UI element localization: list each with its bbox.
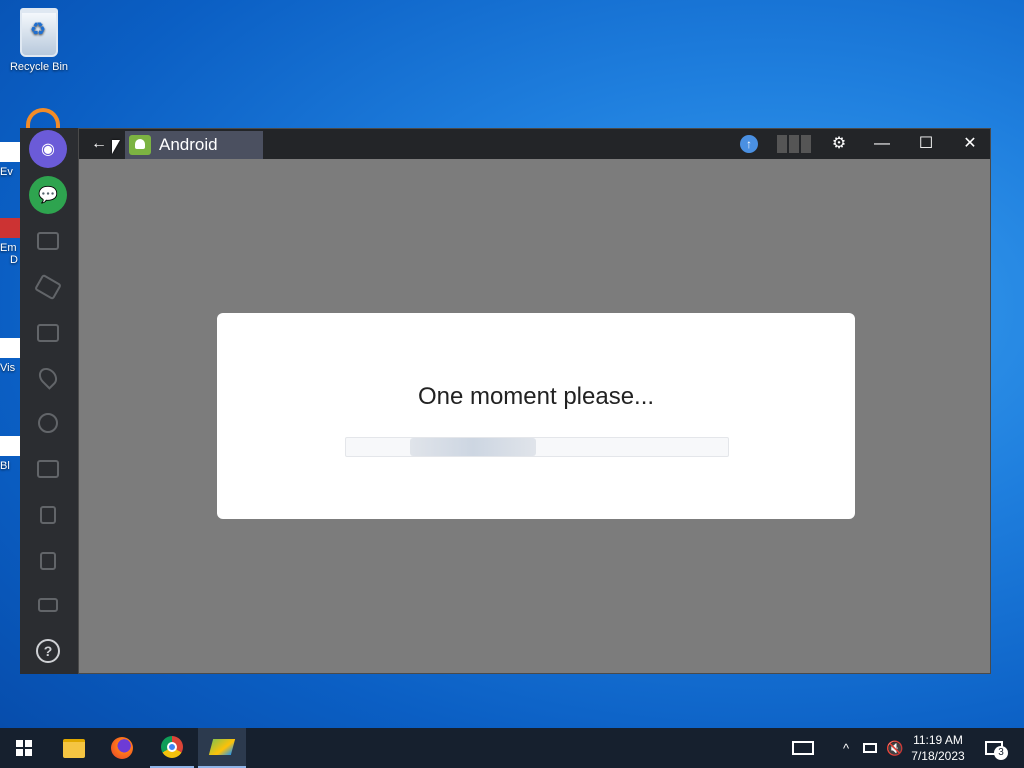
recycle-bin-label: Recycle Bin bbox=[9, 61, 69, 73]
clock-time: 11:19 AM bbox=[913, 733, 963, 747]
location-button[interactable] bbox=[29, 358, 67, 396]
clock[interactable]: 11:19 AM 7/18/2023 bbox=[906, 728, 970, 768]
volume-muted-icon: 🔇 bbox=[886, 739, 904, 756]
mouse-cursor-icon bbox=[112, 140, 120, 154]
tab-title: Android bbox=[159, 135, 218, 154]
app-icon bbox=[0, 436, 20, 456]
start-button[interactable] bbox=[0, 728, 48, 768]
volume-button[interactable]: 🔇 bbox=[884, 728, 906, 768]
rotate-icon bbox=[33, 273, 63, 301]
maximize-button[interactable]: ☐ bbox=[915, 129, 937, 159]
upload-button[interactable]: ↑ bbox=[739, 129, 759, 159]
minimize-button[interactable]: — bbox=[871, 129, 893, 159]
recycle-bin-desktop-icon[interactable]: Recycle Bin bbox=[8, 8, 70, 73]
volume-icon bbox=[38, 598, 58, 612]
back-button[interactable]: ← bbox=[91, 129, 107, 159]
clock-date: 7/18/2023 bbox=[911, 749, 965, 763]
network-button[interactable] bbox=[860, 728, 880, 768]
desktop-icon-label: Ev bbox=[0, 166, 13, 178]
bluestacks-button[interactable] bbox=[198, 728, 246, 768]
copy-icon bbox=[40, 506, 56, 524]
notification-count: 3 bbox=[994, 746, 1008, 760]
apk-icon bbox=[38, 413, 58, 433]
multi-instance-icon bbox=[37, 232, 59, 250]
progress-bar bbox=[345, 437, 729, 457]
screen-record-button[interactable]: ◉ bbox=[29, 130, 67, 168]
windows-logo-icon bbox=[16, 740, 32, 756]
news-icon bbox=[792, 741, 814, 755]
folder-button[interactable] bbox=[29, 450, 67, 488]
taskbar: ^ 🔇 11:19 AM 7/18/2023 3 bbox=[0, 728, 1024, 768]
tab-android[interactable]: Android bbox=[125, 131, 263, 159]
app-icon bbox=[0, 142, 20, 162]
app-icon bbox=[0, 338, 20, 358]
keyboard-icon bbox=[777, 135, 811, 153]
upload-icon: ↑ bbox=[740, 135, 758, 153]
back-arrow-icon: ← bbox=[91, 135, 107, 152]
screenshot-icon bbox=[37, 324, 59, 342]
location-icon bbox=[35, 364, 61, 390]
network-icon bbox=[863, 743, 877, 753]
chevron-up-icon: ^ bbox=[842, 740, 850, 756]
volume-button[interactable] bbox=[29, 586, 67, 624]
recycle-bin-icon bbox=[20, 8, 58, 57]
gear-icon: ⚙ bbox=[831, 135, 847, 152]
multi-instance-button[interactable] bbox=[29, 222, 67, 260]
desktop-icon-label: D bbox=[10, 254, 18, 266]
emulator-sidebar: ◉ 💬 ? bbox=[20, 128, 78, 674]
firefox-icon bbox=[111, 737, 133, 759]
paste-icon bbox=[40, 552, 56, 570]
screenshot-button[interactable] bbox=[29, 314, 67, 352]
emulator-window: ← Android ↑ ⚙ — ☐ ✕ One moment please... bbox=[78, 128, 991, 674]
apk-button[interactable] bbox=[29, 404, 67, 442]
android-icon bbox=[129, 135, 151, 155]
close-icon: ✕ bbox=[963, 135, 977, 152]
bluestacks-icon bbox=[208, 739, 236, 755]
chrome-button[interactable] bbox=[150, 728, 194, 768]
show-hidden-icons-button[interactable]: ^ bbox=[838, 728, 854, 768]
chat-button[interactable]: 💬 bbox=[29, 176, 67, 214]
settings-button[interactable]: ⚙ bbox=[829, 129, 849, 159]
minimize-icon: — bbox=[874, 135, 890, 152]
chat-icon: 💬 bbox=[38, 187, 58, 204]
close-button[interactable]: ✕ bbox=[959, 129, 981, 159]
paste-button[interactable] bbox=[29, 542, 67, 580]
firefox-button[interactable] bbox=[100, 728, 144, 768]
screen-record-icon: ◉ bbox=[41, 141, 55, 158]
copy-button[interactable] bbox=[29, 496, 67, 534]
progress-fill bbox=[410, 438, 537, 456]
app-icon bbox=[26, 108, 60, 128]
desktop-icon-label: Bl bbox=[0, 460, 10, 472]
folder-icon bbox=[63, 738, 85, 758]
desktop-icon-label: Vis bbox=[0, 362, 16, 374]
desktop-icon-partial[interactable]: Em D bbox=[0, 218, 22, 266]
help-icon: ? bbox=[36, 639, 60, 663]
action-center-button[interactable]: 3 bbox=[980, 728, 1008, 768]
news-button[interactable] bbox=[790, 728, 816, 768]
maximize-icon: ☐ bbox=[918, 135, 934, 152]
chrome-icon bbox=[161, 736, 183, 758]
loading-message: One moment please... bbox=[417, 383, 655, 410]
file-explorer-button[interactable] bbox=[52, 728, 96, 768]
desktop-icon-label: Em bbox=[0, 242, 17, 254]
desktop-icon-partial[interactable]: Bl bbox=[0, 436, 22, 472]
app-icon bbox=[0, 218, 20, 238]
desktop-icon-partial[interactable]: Ev bbox=[0, 142, 22, 178]
keymapping-button[interactable] bbox=[775, 129, 813, 159]
help-button[interactable]: ? bbox=[29, 632, 67, 670]
folder-icon bbox=[37, 460, 59, 478]
rotate-button[interactable] bbox=[29, 268, 67, 306]
title-bar: ← Android ↑ ⚙ — ☐ ✕ bbox=[79, 129, 990, 159]
loading-dialog: One moment please... bbox=[217, 313, 855, 519]
desktop-icon-partial[interactable]: Vis bbox=[0, 338, 22, 374]
